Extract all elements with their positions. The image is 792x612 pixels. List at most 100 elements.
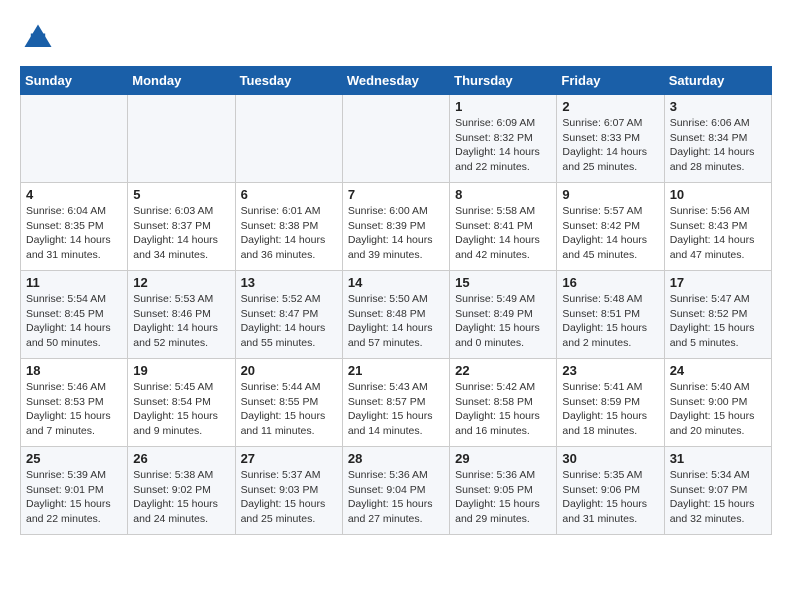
day-number: 27 [241, 451, 337, 466]
day-info: Sunrise: 5:50 AMSunset: 8:48 PMDaylight:… [348, 292, 444, 351]
day-number: 30 [562, 451, 658, 466]
calendar-cell: 1 Sunrise: 6:09 AMSunset: 8:32 PMDaylight… [450, 95, 557, 183]
day-of-week-header: Monday [128, 67, 235, 95]
calendar-cell: 27 Sunrise: 5:37 AMSunset: 9:03 PMDayligh… [235, 447, 342, 535]
day-number: 29 [455, 451, 551, 466]
calendar-cell: 24 Sunrise: 5:40 AMSunset: 9:00 PMDayligh… [664, 359, 771, 447]
day-of-week-header: Tuesday [235, 67, 342, 95]
day-info: Sunrise: 5:36 AMSunset: 9:05 PMDaylight:… [455, 468, 551, 527]
day-of-week-header: Saturday [664, 67, 771, 95]
day-info: Sunrise: 6:01 AMSunset: 8:38 PMDaylight:… [241, 204, 337, 263]
day-number: 18 [26, 363, 122, 378]
day-number: 20 [241, 363, 337, 378]
logo [20, 20, 60, 56]
header [20, 20, 772, 56]
day-number: 13 [241, 275, 337, 290]
day-info: Sunrise: 5:34 AMSunset: 9:07 PMDaylight:… [670, 468, 766, 527]
day-number: 16 [562, 275, 658, 290]
day-info: Sunrise: 5:48 AMSunset: 8:51 PMDaylight:… [562, 292, 658, 351]
calendar-cell [21, 95, 128, 183]
calendar-cell: 8 Sunrise: 5:58 AMSunset: 8:41 PMDaylight… [450, 183, 557, 271]
calendar-cell: 16 Sunrise: 5:48 AMSunset: 8:51 PMDayligh… [557, 271, 664, 359]
day-info: Sunrise: 5:42 AMSunset: 8:58 PMDaylight:… [455, 380, 551, 439]
day-number: 9 [562, 187, 658, 202]
day-info: Sunrise: 5:40 AMSunset: 9:00 PMDaylight:… [670, 380, 766, 439]
calendar-cell: 6 Sunrise: 6:01 AMSunset: 8:38 PMDaylight… [235, 183, 342, 271]
page: SundayMondayTuesdayWednesdayThursdayFrid… [0, 0, 792, 555]
day-number: 26 [133, 451, 229, 466]
day-number: 19 [133, 363, 229, 378]
day-info: Sunrise: 5:52 AMSunset: 8:47 PMDaylight:… [241, 292, 337, 351]
calendar-week-row: 11Sunrise: 5:54 AMSunset: 8:45 PMDayligh… [21, 271, 772, 359]
day-info: Sunrise: 5:57 AMSunset: 8:42 PMDaylight:… [562, 204, 658, 263]
day-number: 31 [670, 451, 766, 466]
day-info: Sunrise: 5:45 AMSunset: 8:54 PMDaylight:… [133, 380, 229, 439]
calendar-cell: 15 Sunrise: 5:49 AMSunset: 8:49 PMDayligh… [450, 271, 557, 359]
day-number: 3 [670, 99, 766, 114]
day-number: 5 [133, 187, 229, 202]
calendar-week-row: 4 Sunrise: 6:04 AMSunset: 8:35 PMDaylight… [21, 183, 772, 271]
calendar-cell: 23 Sunrise: 5:41 AMSunset: 8:59 PMDayligh… [557, 359, 664, 447]
day-info: Sunrise: 6:09 AMSunset: 8:32 PMDaylight:… [455, 116, 551, 175]
day-info: Sunrise: 5:37 AMSunset: 9:03 PMDaylight:… [241, 468, 337, 527]
calendar: SundayMondayTuesdayWednesdayThursdayFrid… [20, 66, 772, 535]
calendar-cell: 29 Sunrise: 5:36 AMSunset: 9:05 PMDayligh… [450, 447, 557, 535]
day-number: 8 [455, 187, 551, 202]
day-number: 6 [241, 187, 337, 202]
calendar-cell: 28 Sunrise: 5:36 AMSunset: 9:04 PMDayligh… [342, 447, 449, 535]
day-number: 1 [455, 99, 551, 114]
day-info: Sunrise: 5:56 AMSunset: 8:43 PMDaylight:… [670, 204, 766, 263]
day-info: Sunrise: 5:44 AMSunset: 8:55 PMDaylight:… [241, 380, 337, 439]
day-of-week-header: Sunday [21, 67, 128, 95]
day-info: Sunrise: 5:43 AMSunset: 8:57 PMDaylight:… [348, 380, 444, 439]
calendar-cell [342, 95, 449, 183]
calendar-cell: 20 Sunrise: 5:44 AMSunset: 8:55 PMDayligh… [235, 359, 342, 447]
day-info: Sunrise: 5:41 AMSunset: 8:59 PMDaylight:… [562, 380, 658, 439]
calendar-header-row: SundayMondayTuesdayWednesdayThursdayFrid… [21, 67, 772, 95]
day-info: Sunrise: 5:39 AMSunset: 9:01 PMDaylight:… [26, 468, 122, 527]
day-info: Sunrise: 5:58 AMSunset: 8:41 PMDaylight:… [455, 204, 551, 263]
calendar-cell: 5Sunrise: 6:03 AMSunset: 8:37 PMDaylight… [128, 183, 235, 271]
day-info: Sunrise: 6:04 AMSunset: 8:35 PMDaylight:… [26, 204, 122, 263]
calendar-cell: 14 Sunrise: 5:50 AMSunset: 8:48 PMDayligh… [342, 271, 449, 359]
calendar-cell: 12 Sunrise: 5:53 AMSunset: 8:46 PMDayligh… [128, 271, 235, 359]
calendar-cell: 10 Sunrise: 5:56 AMSunset: 8:43 PMDayligh… [664, 183, 771, 271]
calendar-cell: 2 Sunrise: 6:07 AMSunset: 8:33 PMDaylight… [557, 95, 664, 183]
calendar-cell: 4 Sunrise: 6:04 AMSunset: 8:35 PMDaylight… [21, 183, 128, 271]
calendar-cell: 22Sunrise: 5:42 AMSunset: 8:58 PMDayligh… [450, 359, 557, 447]
day-info: Sunrise: 5:36 AMSunset: 9:04 PMDaylight:… [348, 468, 444, 527]
day-number: 10 [670, 187, 766, 202]
day-of-week-header: Thursday [450, 67, 557, 95]
day-of-week-header: Wednesday [342, 67, 449, 95]
calendar-cell: 30Sunrise: 5:35 AMSunset: 9:06 PMDayligh… [557, 447, 664, 535]
day-number: 15 [455, 275, 551, 290]
calendar-cell: 26 Sunrise: 5:38 AMSunset: 9:02 PMDayligh… [128, 447, 235, 535]
calendar-cell: 3Sunrise: 6:06 AMSunset: 8:34 PMDaylight… [664, 95, 771, 183]
day-number: 28 [348, 451, 444, 466]
calendar-cell: 9 Sunrise: 5:57 AMSunset: 8:42 PMDaylight… [557, 183, 664, 271]
day-info: Sunrise: 5:49 AMSunset: 8:49 PMDaylight:… [455, 292, 551, 351]
calendar-week-row: 25 Sunrise: 5:39 AMSunset: 9:01 PMDayligh… [21, 447, 772, 535]
day-number: 23 [562, 363, 658, 378]
calendar-cell: 31 Sunrise: 5:34 AMSunset: 9:07 PMDayligh… [664, 447, 771, 535]
calendar-cell: 17Sunrise: 5:47 AMSunset: 8:52 PMDayligh… [664, 271, 771, 359]
calendar-cell [128, 95, 235, 183]
day-number: 7 [348, 187, 444, 202]
calendar-week-row: 18Sunrise: 5:46 AMSunset: 8:53 PMDayligh… [21, 359, 772, 447]
day-info: Sunrise: 5:38 AMSunset: 9:02 PMDaylight:… [133, 468, 229, 527]
day-number: 24 [670, 363, 766, 378]
day-number: 17 [670, 275, 766, 290]
logo-icon [20, 20, 56, 56]
calendar-cell: 21Sunrise: 5:43 AMSunset: 8:57 PMDayligh… [342, 359, 449, 447]
day-info: Sunrise: 5:53 AMSunset: 8:46 PMDaylight:… [133, 292, 229, 351]
day-number: 14 [348, 275, 444, 290]
calendar-cell: 11Sunrise: 5:54 AMSunset: 8:45 PMDayligh… [21, 271, 128, 359]
calendar-cell: 7Sunrise: 6:00 AMSunset: 8:39 PMDaylight… [342, 183, 449, 271]
calendar-cell: 18Sunrise: 5:46 AMSunset: 8:53 PMDayligh… [21, 359, 128, 447]
day-number: 4 [26, 187, 122, 202]
calendar-cell [235, 95, 342, 183]
day-number: 12 [133, 275, 229, 290]
day-number: 25 [26, 451, 122, 466]
day-info: Sunrise: 6:07 AMSunset: 8:33 PMDaylight:… [562, 116, 658, 175]
day-number: 2 [562, 99, 658, 114]
